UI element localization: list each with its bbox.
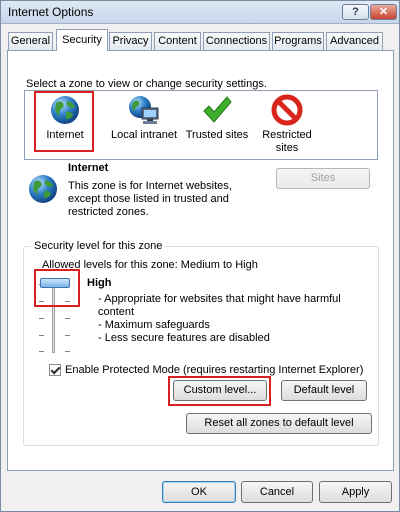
level-bullet: - Appropriate for websites that might ha… bbox=[98, 293, 341, 318]
help-button[interactable]: ? bbox=[342, 4, 369, 20]
security-level-group-title: Security level for this zone bbox=[31, 240, 166, 252]
ok-button[interactable]: OK bbox=[162, 481, 236, 503]
tab-privacy[interactable]: Privacy bbox=[109, 32, 152, 50]
zone-trusted-sites-label: Trusted sites bbox=[185, 129, 249, 141]
internet-zone-highlight bbox=[34, 91, 94, 152]
slider-highlight bbox=[34, 269, 80, 307]
tab-connections[interactable]: Connections bbox=[203, 32, 270, 50]
close-button[interactable]: ✕ bbox=[370, 4, 397, 20]
slider-tick bbox=[39, 335, 44, 336]
custom-level-highlight bbox=[168, 376, 271, 406]
window-title: Internet Options bbox=[8, 5, 94, 19]
slider-tick bbox=[65, 318, 70, 319]
slider-tick bbox=[39, 351, 44, 352]
level-bullet: - Less secure features are disabled bbox=[98, 332, 270, 344]
title-bar: Internet Options ? ✕ bbox=[1, 1, 399, 24]
default-level-button[interactable]: Default level bbox=[281, 380, 367, 401]
zone-info-description: This zone is for Internet websites, exce… bbox=[68, 180, 232, 218]
zone-restricted-sites[interactable]: Restricted sites bbox=[255, 93, 319, 155]
slider-tick bbox=[39, 318, 44, 319]
zone-local-intranet-label: Local intranet bbox=[110, 129, 178, 141]
reset-all-zones-button[interactable]: Reset all zones to default level bbox=[186, 413, 372, 434]
protected-mode-label: Enable Protected Mode (requires restarti… bbox=[65, 364, 364, 376]
checkmark-icon bbox=[200, 93, 234, 127]
zone-trusted-sites[interactable]: Trusted sites bbox=[183, 93, 251, 142]
zone-info-name: Internet bbox=[68, 162, 109, 174]
slider-tick bbox=[65, 351, 70, 352]
security-level-name: High bbox=[87, 277, 112, 289]
tab-programs[interactable]: Programs bbox=[272, 32, 324, 50]
internet-options-window: Internet Options ? ✕ General Security Pr… bbox=[0, 0, 400, 512]
zone-restricted-sites-label: Restricted sites bbox=[262, 129, 312, 154]
slider-tick bbox=[65, 335, 70, 336]
intranet-icon bbox=[127, 93, 161, 127]
apply-button[interactable]: Apply bbox=[319, 481, 392, 503]
globe-icon bbox=[26, 172, 60, 206]
protected-mode-checkbox[interactable] bbox=[49, 364, 61, 376]
prohibited-icon bbox=[270, 93, 304, 127]
tab-security[interactable]: Security bbox=[56, 29, 108, 51]
tab-content[interactable]: Content bbox=[154, 32, 201, 50]
zone-prompt: Select a zone to view or change security… bbox=[26, 78, 267, 90]
security-tab-panel: Select a zone to view or change security… bbox=[7, 50, 394, 471]
level-bullet: - Maximum safeguards bbox=[98, 319, 210, 331]
tab-general[interactable]: General bbox=[8, 32, 53, 50]
cancel-button[interactable]: Cancel bbox=[241, 481, 313, 503]
sites-button[interactable]: Sites bbox=[276, 168, 370, 189]
tab-advanced[interactable]: Advanced bbox=[326, 32, 383, 50]
zone-local-intranet[interactable]: Local intranet bbox=[105, 93, 183, 142]
